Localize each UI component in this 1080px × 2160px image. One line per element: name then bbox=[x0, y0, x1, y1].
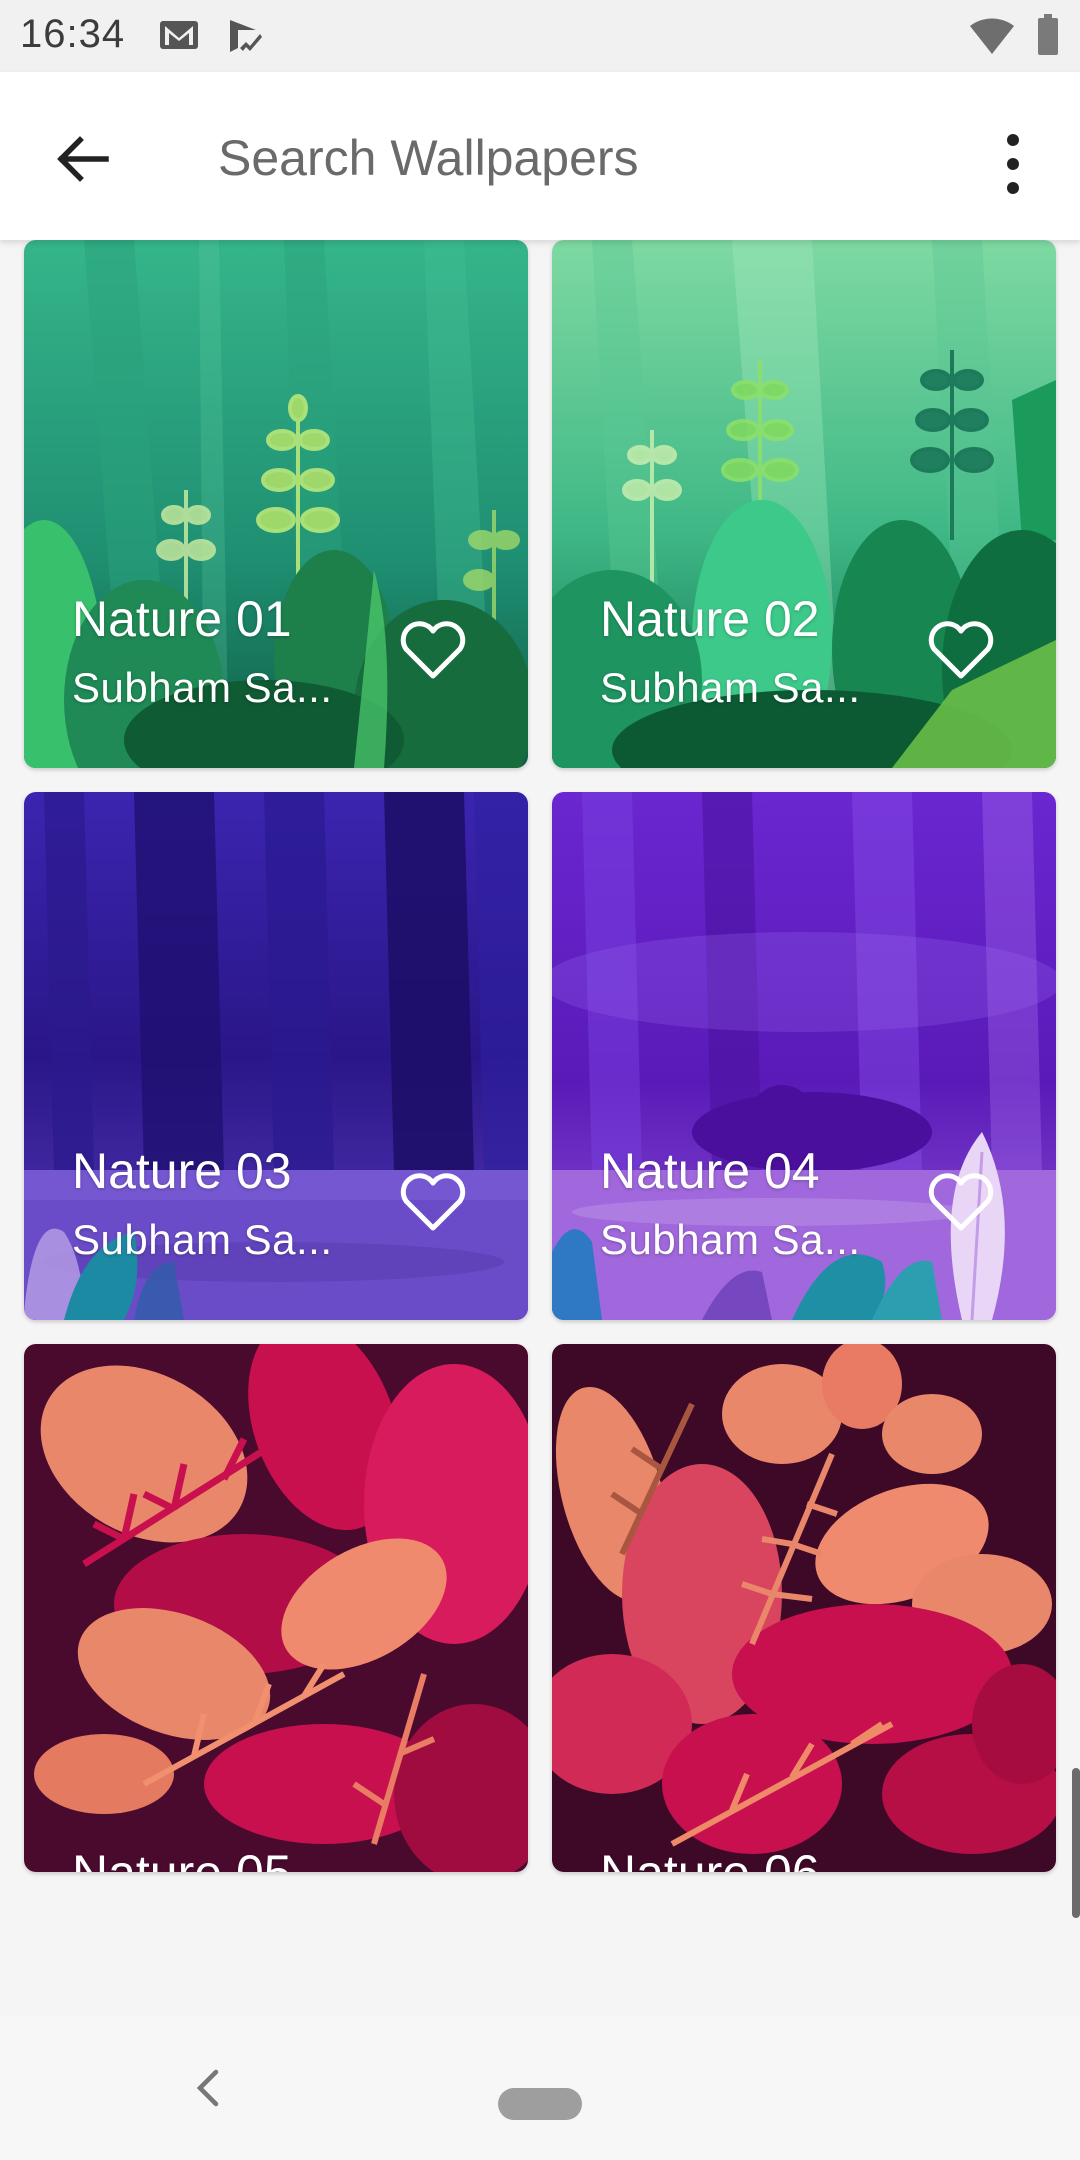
status-time: 16:34 bbox=[20, 12, 126, 56]
wallpaper-title: Nature 01 bbox=[72, 591, 292, 647]
wallpaper-author: Subham Sa... bbox=[72, 1216, 333, 1263]
status-bar: 16:34 bbox=[0, 0, 1080, 72]
wallpaper-card-nature-06[interactable]: Nature 06 bbox=[552, 1344, 1056, 1872]
wallpaper-card-nature-03[interactable]: Nature 03 Subham Sa... bbox=[24, 792, 528, 1320]
wifi-icon bbox=[970, 18, 1014, 54]
search-app-bar bbox=[0, 72, 1080, 240]
wallpaper-card-nature-01[interactable]: Nature 01 Subham Sa... bbox=[24, 240, 528, 768]
wallpaper-title: Nature 04 bbox=[600, 1143, 820, 1199]
wallpaper-author: Subham Sa... bbox=[600, 664, 861, 711]
search-input[interactable] bbox=[216, 122, 920, 194]
wallpaper-author: Subham Sa... bbox=[600, 1216, 861, 1263]
wallpaper-card-nature-02[interactable]: Nature 02 Subham Sa... bbox=[552, 240, 1056, 768]
wallpaper-card-nature-05[interactable]: Nature 05 bbox=[24, 1344, 528, 1872]
wallpaper-author: Subham Sa... bbox=[72, 664, 333, 711]
heart-icon[interactable] bbox=[926, 618, 996, 682]
wallpaper-title: Nature 06 bbox=[600, 1844, 820, 1872]
home-pill[interactable] bbox=[498, 2088, 582, 2120]
heart-icon[interactable] bbox=[926, 1170, 996, 1234]
battery-icon bbox=[1038, 14, 1058, 55]
wallpaper-title: Nature 03 bbox=[72, 1143, 292, 1199]
nav-back-icon[interactable] bbox=[188, 2064, 228, 2112]
system-nav-bar bbox=[0, 2016, 1080, 2160]
heart-icon[interactable] bbox=[398, 1170, 468, 1234]
wallpaper-thumbnail bbox=[552, 1344, 1056, 1872]
play-icon bbox=[230, 20, 262, 52]
scrollbar[interactable] bbox=[1072, 1768, 1080, 1918]
gmail-icon bbox=[160, 21, 198, 49]
wallpaper-grid: Nature 01 Subham Sa... Nature 02 Subham … bbox=[0, 240, 1080, 2016]
wallpaper-thumbnail bbox=[24, 1344, 528, 1872]
wallpaper-title: Nature 05 bbox=[72, 1844, 292, 1872]
back-arrow-icon[interactable] bbox=[50, 126, 116, 192]
wallpaper-title: Nature 02 bbox=[600, 591, 820, 647]
heart-icon[interactable] bbox=[398, 618, 468, 682]
more-vert-icon[interactable] bbox=[990, 128, 1036, 200]
wallpaper-card-nature-04[interactable]: Nature 04 Subham Sa... bbox=[552, 792, 1056, 1320]
